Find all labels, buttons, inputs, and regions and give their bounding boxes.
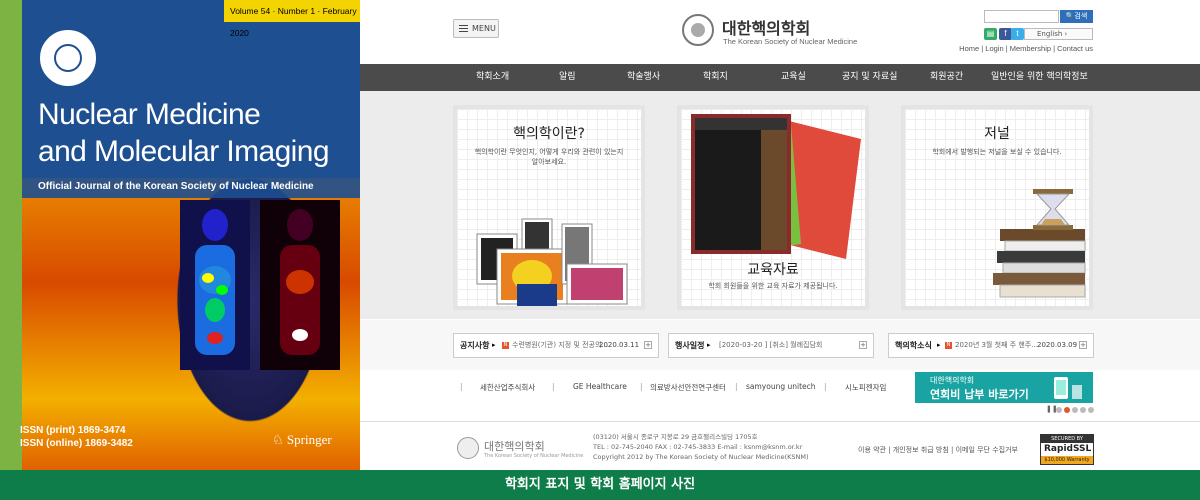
nav-item-notice[interactable]: 공지 및 자료실 <box>842 64 897 91</box>
hamburger-icon <box>459 25 468 32</box>
partner-link[interactable]: 시노피젠자임 <box>845 382 886 393</box>
new-badge-icon: N <box>502 342 509 349</box>
caret-icon: ▸ <box>492 341 496 349</box>
nav-item-journal[interactable]: 학회지 <box>703 64 728 91</box>
language-select[interactable]: English › <box>1024 28 1093 40</box>
card-journal[interactable]: 저널 학회에서 발행되는 저널을 보실 수 있습니다. <box>901 105 1093 310</box>
banner-small-text: 대한핵의학회 <box>930 376 975 385</box>
figure-caption: 학회지 표지 및 학회 홈페이지 사진 <box>0 470 1200 500</box>
education-books-image <box>691 114 861 259</box>
more-plus-icon[interactable]: + <box>644 341 652 349</box>
twitter-icon[interactable]: t <box>1011 28 1024 40</box>
footer-policy-links[interactable]: 이용 약관 | 개인정보 취급 방침 | 이메일 무단 수집거부 <box>858 445 1018 455</box>
card-desc: 학회 회원들을 위한 교육 자료가 제공됩니다. <box>708 282 838 290</box>
notice-label: 공지사항 <box>460 341 490 350</box>
card-what-is-nm[interactable]: 핵의학이란? 핵의학이란 무엇인지, 어떻게 우리와 관련이 있는지 알아보세요… <box>453 105 645 310</box>
society-emblem-icon <box>457 437 479 459</box>
notice-date: 2020.03.11 <box>599 341 640 349</box>
footer-logo-english: The Korean Society of Nuclear Medicine <box>484 453 584 459</box>
more-plus-icon[interactable]: + <box>859 341 867 349</box>
nav-item-about[interactable]: 학회소개 <box>476 64 509 91</box>
event-box[interactable]: 행사일정 ▸ [2020-03-20 ] [취소] 월례집담회 + <box>668 333 874 358</box>
new-badge-icon: N <box>945 342 952 349</box>
phone-icon <box>1054 377 1082 399</box>
membership-fee-banner[interactable]: 대한핵의학회 연회비 납부 바로가기 <box>915 372 1093 403</box>
page-dot[interactable] <box>1080 407 1086 413</box>
notice-text[interactable]: 수련병원(기관) 지정 및 전공의... <box>512 334 608 357</box>
partner-link[interactable]: 의료방사선안전연구센터 <box>650 382 726 393</box>
springer-logo: ♘ Springer <box>272 432 332 447</box>
logo-korean: 대한핵의학회 <box>722 19 811 38</box>
main-nav: 학회소개 알림 학술행사 학회지 교육실 공지 및 자료실 회원공간 일반인을 … <box>360 64 1200 91</box>
footer-address: (03120) 서울시 종로구 지봉로 29 금호팰리스빌딩 1705호 TEL… <box>593 433 809 461</box>
medical-images-collage <box>476 218 628 306</box>
notice-box[interactable]: 공지사항 ▸ N 수련병원(기관) 지정 및 전공의... 2020.03.11… <box>453 333 659 358</box>
blog-icon[interactable]: ▤ <box>984 28 997 40</box>
society-seal-icon <box>38 28 98 88</box>
event-label: 행사일정 <box>675 341 705 350</box>
search-button[interactable]: 🔍검색 <box>1060 10 1093 23</box>
separator: | <box>640 382 643 391</box>
news-date: 2020.03.09 <box>1037 341 1078 349</box>
separator: | <box>460 382 463 391</box>
menu-button[interactable]: MENU <box>453 19 499 38</box>
search-input[interactable] <box>984 10 1059 23</box>
cover-title: Nuclear Medicine and Molecular Imaging <box>38 98 330 168</box>
nav-item-events[interactable]: 학술행사 <box>627 64 660 91</box>
separator: | <box>552 382 555 391</box>
partner-link[interactable]: 세한산업주식회사 <box>480 382 535 393</box>
nav-item-members[interactable]: 회원공간 <box>930 64 963 91</box>
news-label: 핵의학소식 <box>895 341 932 350</box>
rapidssl-badge[interactable]: SECURED BY RapidSSL $10,000 Warranty <box>1040 434 1094 465</box>
card-education[interactable]: 교육자료 학회 회원들을 위한 교육 자료가 제공됩니다. <box>677 105 869 310</box>
books-hourglass-image <box>993 189 1086 298</box>
card-desc: 핵의학이란 무엇인지, 어떻게 우리와 관련이 있는지 알아보세요. <box>474 148 624 166</box>
cover-issn: ISSN (print) 1869-3474 ISSN (online) 186… <box>20 425 133 449</box>
partner-link[interactable]: GE Healthcare <box>573 382 627 391</box>
card-title: 핵의학이란? <box>513 126 585 142</box>
nav-item-news[interactable]: 알림 <box>559 64 576 91</box>
cover-green-stripe <box>0 0 22 470</box>
top-links[interactable]: Home | Login | Membership | Contact us <box>950 44 1093 53</box>
news-text[interactable]: 2020년 3월 첫째 주 핸주... <box>955 334 1038 357</box>
journal-cover: Volume 54 · Number 1 · February 2020 Nuc… <box>0 0 360 470</box>
page-dot-active[interactable] <box>1064 407 1070 413</box>
card-title: 교육자료 <box>747 262 799 278</box>
page-dot[interactable] <box>1088 407 1094 413</box>
page-dot[interactable] <box>1072 407 1078 413</box>
news-box[interactable]: 핵의학소식 ▸ N 2020년 3월 첫째 주 핸주... 2020.03.09… <box>888 333 1094 358</box>
society-emblem-icon <box>682 14 714 46</box>
nav-item-education[interactable]: 교육실 <box>781 64 806 91</box>
card-title: 저널 <box>984 126 1010 142</box>
footer-divider <box>360 421 1200 422</box>
partner-link[interactable]: samyoung unitech <box>746 382 816 391</box>
event-text[interactable]: [2020-03-20 ] [취소] 월례집담회 <box>719 334 822 357</box>
separator: | <box>824 382 827 391</box>
caret-icon: ▸ <box>707 341 711 349</box>
logo-english: The Korean Society of Nuclear Medicine <box>723 37 858 46</box>
nav-item-public-info[interactable]: 일반인을 위한 핵의학정보 <box>991 64 1088 91</box>
cover-volume: Volume 54 · Number 1 · February 2020 <box>224 0 360 38</box>
pet-scan-image <box>180 200 340 370</box>
separator: | <box>735 382 738 391</box>
society-website: MENU 대한핵의학회 The Korean Society of Nuclea… <box>360 0 1200 470</box>
page-dot[interactable] <box>1056 407 1062 413</box>
more-plus-icon[interactable]: + <box>1079 341 1087 349</box>
cover-subtitle: Official Journal of the Korean Society o… <box>38 181 314 192</box>
footer-logo-korean: 대한핵의학회 <box>484 440 545 453</box>
banner-large-text: 연회비 납부 바로가기 <box>930 388 1029 401</box>
caret-icon: ▸ <box>937 341 941 349</box>
card-desc: 학회에서 발행되는 저널을 보실 수 있습니다. <box>932 148 1062 156</box>
